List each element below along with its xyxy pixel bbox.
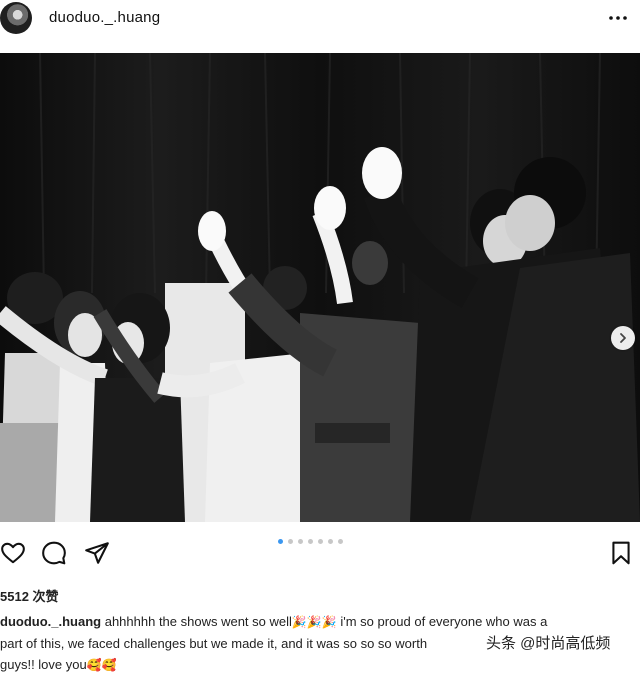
- caption-text-1b: i'm so proud of everyone who was a: [340, 614, 548, 629]
- celebration-emoji: 🎉🎉🎉: [291, 615, 337, 629]
- carousel-dot: [288, 539, 293, 544]
- comment-icon[interactable]: [41, 540, 67, 566]
- caption-line-1: duoduo._.huang ahhhhhh the shows went so…: [0, 611, 640, 633]
- caption-username[interactable]: duoduo._.huang: [0, 614, 101, 629]
- action-bar: [0, 522, 640, 582]
- carousel-indicator: [278, 539, 343, 547]
- carousel-dot: [308, 539, 313, 544]
- caption-text-1: ahhhhhh the shows went so well: [104, 614, 292, 629]
- chevron-right-icon: [620, 333, 626, 343]
- post-header: duoduo._.huang: [0, 0, 640, 52]
- carousel-dot: [328, 539, 333, 544]
- more-horizontal-icon[interactable]: [606, 6, 630, 30]
- post-photo[interactable]: [0, 53, 640, 522]
- heart-icon[interactable]: [0, 540, 26, 566]
- carousel-dot: [318, 539, 323, 544]
- photo-scene: [0, 53, 640, 522]
- bookmark-icon[interactable]: [608, 540, 634, 566]
- carousel-dot: [298, 539, 303, 544]
- carousel-next-button[interactable]: [611, 326, 635, 350]
- caption-line-3: guys!! love you🥰🥰: [0, 654, 640, 676]
- carousel-dot: [338, 539, 343, 544]
- likes-count[interactable]: 5512 次赞: [0, 586, 59, 605]
- post-username[interactable]: duoduo._.huang: [49, 9, 160, 26]
- watermark: 头条 @时尚高低频: [486, 635, 611, 652]
- carousel-dot: [278, 539, 283, 544]
- send-icon[interactable]: [84, 540, 110, 566]
- avatar[interactable]: [0, 2, 32, 34]
